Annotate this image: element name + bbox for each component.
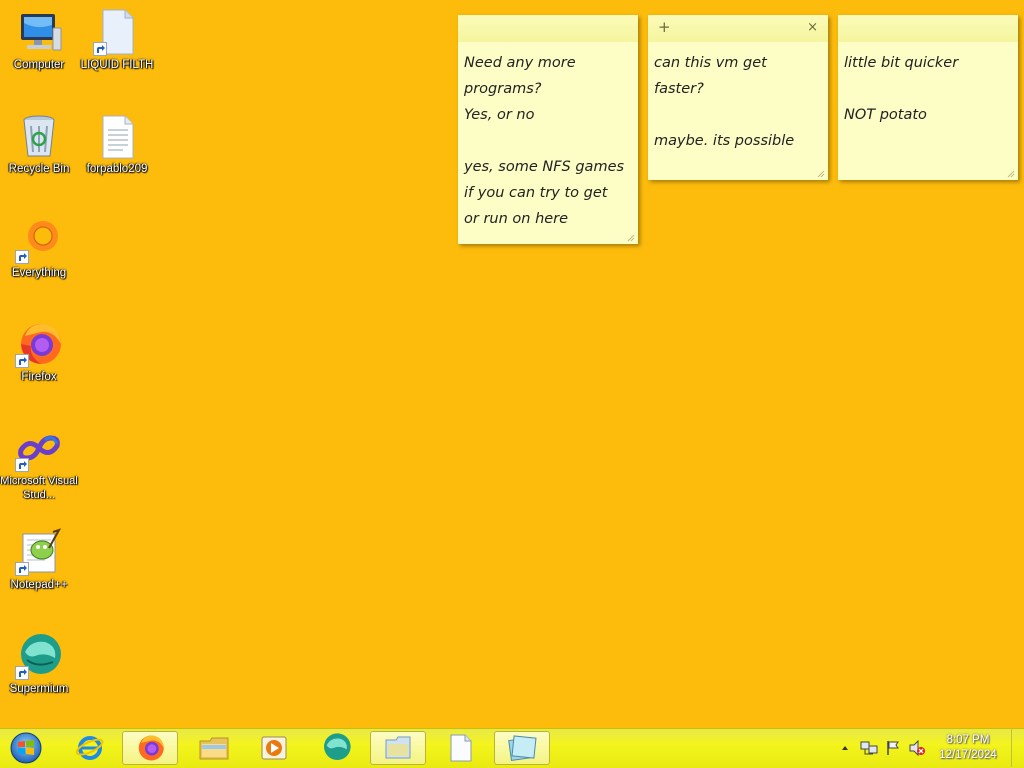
desktop-icon-label: Computer [13, 59, 65, 71]
desktop-icon-visual-studio[interactable]: Microsoft Visual Stud... [0, 424, 78, 502]
shortcut-arrow-icon [15, 354, 29, 368]
sticky-note[interactable]: little bit quicker NOT potato [838, 15, 1018, 180]
taskbar-sticky-notes[interactable] [494, 731, 550, 765]
sticky-note-title-bar[interactable] [458, 15, 638, 42]
network-tray-button[interactable] [859, 738, 879, 758]
media-player-icon [261, 736, 287, 760]
chevron-up-icon [842, 746, 848, 750]
desktop-icon-label: Notepad++ [10, 579, 68, 591]
supermium-icon [15, 632, 63, 680]
shortcut-arrow-icon [93, 42, 107, 56]
show-desktop-button[interactable] [1011, 729, 1024, 767]
desktop-icon-liquid-filth[interactable]: LIQUID FILTH [78, 8, 156, 73]
add-note-button[interactable]: + [658, 20, 671, 35]
action-center-tray-button[interactable] [883, 738, 903, 758]
desktop-icon-label: Supermium [9, 683, 69, 695]
close-note-button[interactable]: × [807, 20, 818, 35]
shortcut-arrow-icon [15, 562, 29, 576]
sticky-note-text[interactable]: can this vm get faster? maybe. its possi… [648, 42, 828, 154]
supermium-icon [324, 733, 351, 760]
taskbar-media-player[interactable] [246, 731, 302, 765]
sticky-note[interactable]: + × can this vm get faster? maybe. its p… [648, 15, 828, 180]
desktop-icon-label: Everything [11, 267, 67, 279]
network-icon [860, 741, 878, 755]
text-file-icon [93, 112, 141, 160]
recycle-bin-icon [15, 112, 63, 160]
taskbar-file-explorer-window[interactable] [370, 731, 426, 765]
taskbar-file-explorer[interactable] [186, 731, 242, 765]
taskbar-internet-explorer[interactable] [62, 731, 118, 765]
show-hidden-icons-button[interactable] [835, 738, 855, 758]
volume-muted-icon [909, 740, 925, 756]
sticky-note-title-bar[interactable] [838, 15, 1018, 42]
desktop-icon-everything[interactable]: Everything [0, 216, 78, 281]
clock-date: 12/17/2024 [939, 749, 997, 761]
sticky-note-text[interactable]: Need any more programs? Yes, or no yes, … [458, 42, 638, 232]
taskbar-firefox[interactable] [122, 731, 178, 765]
clock-time: 8:07 PM [946, 734, 990, 746]
internet-explorer-icon [75, 736, 104, 760]
desktop-icon-notepad-plus-plus[interactable]: Notepad++ [0, 528, 78, 593]
resize-grip-icon[interactable] [627, 234, 635, 242]
system-tray: 8:07 PM 12/17/2024 [833, 729, 1024, 767]
start-button[interactable] [6, 731, 46, 765]
desktop-icon-recycle-bin[interactable]: Recycle Bin [0, 112, 78, 177]
desktop-icon-computer[interactable]: Computer [0, 8, 78, 73]
explorer-window-icon [385, 736, 411, 759]
taskbar-supermium[interactable] [308, 731, 364, 765]
firefox-icon [138, 735, 164, 761]
sticky-note-title-bar[interactable]: + × [648, 15, 828, 42]
desktop-icon-supermium[interactable]: Supermium [0, 632, 78, 697]
visual-studio-icon [15, 424, 63, 472]
taskbar: 8:07 PM 12/17/2024 [0, 728, 1024, 768]
flag-icon [887, 741, 899, 755]
desktop-icon-forpablo209[interactable]: forpablo209 [78, 112, 156, 177]
resize-grip-icon[interactable] [1007, 170, 1015, 178]
computer-icon [15, 8, 63, 56]
desktop-icon-label: LIQUID FILTH [80, 59, 154, 71]
file-icon [93, 8, 141, 56]
desktop-icon-firefox[interactable]: Firefox [0, 320, 78, 385]
desktop-icon-label: Microsoft Visual Stud... [0, 475, 78, 501]
shortcut-arrow-icon [15, 250, 29, 264]
desktop-icon-label: forpablo209 [86, 163, 148, 175]
sticky-note-text[interactable]: little bit quicker NOT potato [838, 42, 1018, 128]
folder-icon [199, 737, 229, 760]
sticky-note[interactable]: Need any more programs? Yes, or no yes, … [458, 15, 638, 244]
taskbar-notepad[interactable] [432, 731, 488, 765]
shortcut-arrow-icon [15, 666, 29, 680]
desktop-icon-label: Recycle Bin [8, 163, 70, 175]
desktop: Computer LIQUID FILTH Recycle Bin forpab… [0, 0, 1024, 728]
shortcut-arrow-icon [15, 458, 29, 472]
sticky-notes-icon [508, 735, 537, 761]
everything-search-icon [15, 216, 63, 264]
firefox-icon [15, 320, 63, 368]
system-clock[interactable]: 8:07 PM 12/17/2024 [929, 733, 1007, 763]
desktop-icon-label: Firefox [21, 371, 57, 383]
volume-tray-button[interactable] [907, 738, 927, 758]
resize-grip-icon[interactable] [817, 170, 825, 178]
notepad-plus-plus-icon [15, 528, 63, 576]
notepad-icon [450, 734, 472, 762]
